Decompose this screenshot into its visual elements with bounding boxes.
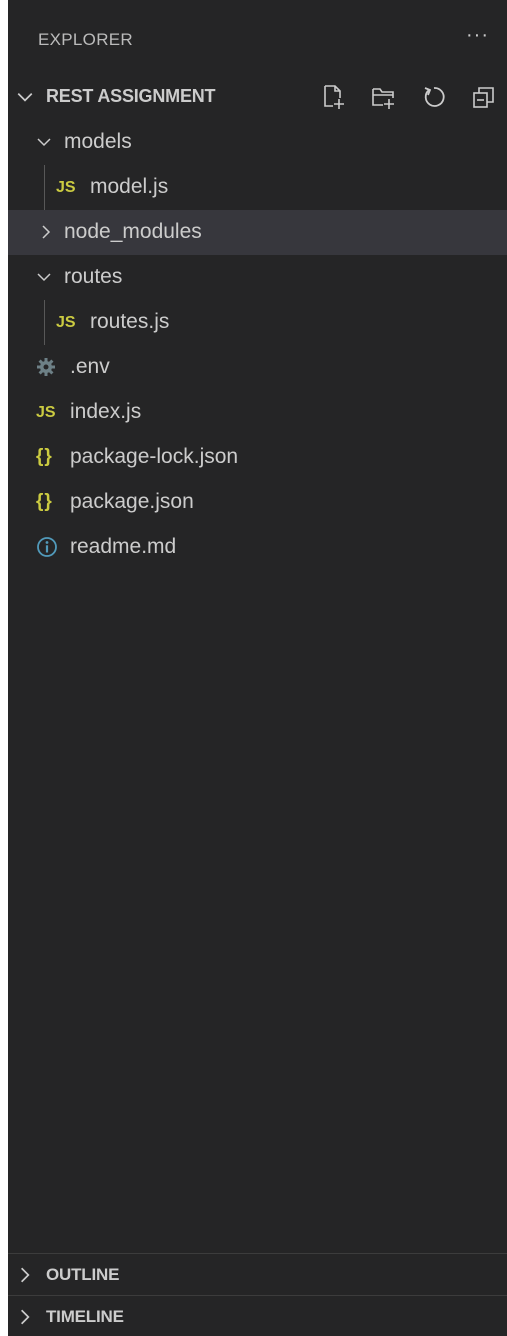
timeline-section-header[interactable]: TIMELINE bbox=[8, 1295, 507, 1336]
chevron-right-icon bbox=[21, 1309, 30, 1325]
tree-item-env[interactable]: .env bbox=[8, 345, 507, 390]
more-actions-button[interactable]: ··· bbox=[466, 24, 489, 47]
tree-item-label: models bbox=[64, 130, 132, 153]
gear-icon bbox=[37, 358, 55, 376]
tree-item-label: package.json bbox=[70, 490, 194, 513]
chevron-down-icon bbox=[37, 138, 51, 147]
javascript-file-icon: JS bbox=[56, 314, 76, 331]
indent-guide bbox=[44, 300, 45, 345]
refresh-icon[interactable] bbox=[419, 82, 449, 112]
tree-item-routes-js[interactable]: JS routes.js bbox=[8, 300, 507, 345]
javascript-file-icon: JS bbox=[36, 404, 56, 421]
json-file-icon: {} bbox=[36, 446, 53, 467]
tree-item-label: model.js bbox=[90, 175, 169, 198]
tree-item-label: routes.js bbox=[90, 310, 170, 333]
tree-item-package-lock-json[interactable]: {} package-lock.json bbox=[8, 435, 507, 480]
chevron-right-icon bbox=[21, 1267, 30, 1283]
explorer-panel: EXPLORER ··· REST ASSIGNMENT models JS m… bbox=[8, 0, 507, 1336]
tree-item-label: readme.md bbox=[70, 535, 177, 558]
tree-item-label: index.js bbox=[70, 400, 142, 423]
tree-item-node-modules[interactable]: node_modules bbox=[8, 210, 507, 255]
tree-item-routes[interactable]: routes bbox=[8, 255, 507, 300]
explorer-header: EXPLORER ··· bbox=[8, 0, 507, 80]
chevron-down-icon bbox=[37, 273, 51, 282]
workspace-actions bbox=[299, 82, 499, 112]
tree-item-readme-md[interactable]: readme.md bbox=[8, 525, 507, 570]
explorer-title: EXPLORER bbox=[38, 30, 133, 49]
json-file-icon: {} bbox=[36, 491, 53, 512]
chevron-down-icon bbox=[17, 93, 33, 102]
tree-item-package-json[interactable]: {} package.json bbox=[8, 480, 507, 525]
tree-item-label: package-lock.json bbox=[70, 445, 239, 468]
new-file-icon[interactable] bbox=[319, 82, 349, 112]
chevron-right-icon bbox=[42, 225, 51, 239]
info-icon bbox=[37, 537, 57, 557]
file-tree: models JS model.js node_modules routes J… bbox=[8, 120, 507, 570]
tree-item-label: routes bbox=[64, 265, 123, 288]
tree-item-model-js[interactable]: JS model.js bbox=[8, 165, 507, 210]
workspace-section-header[interactable]: REST ASSIGNMENT bbox=[8, 74, 507, 120]
tree-item-label: node_modules bbox=[64, 220, 202, 243]
outline-section-header[interactable]: OUTLINE bbox=[8, 1253, 507, 1295]
javascript-file-icon: JS bbox=[56, 179, 76, 196]
workspace-title: REST ASSIGNMENT bbox=[46, 86, 216, 106]
timeline-title: TIMELINE bbox=[46, 1307, 124, 1326]
tree-item-label: .env bbox=[70, 355, 110, 378]
tree-item-index-js[interactable]: JS index.js bbox=[8, 390, 507, 435]
collapse-all-icon[interactable] bbox=[469, 82, 499, 112]
tree-item-models[interactable]: models bbox=[8, 120, 507, 165]
outline-title: OUTLINE bbox=[46, 1265, 120, 1284]
indent-guide bbox=[44, 165, 45, 210]
new-folder-icon[interactable] bbox=[369, 82, 399, 112]
